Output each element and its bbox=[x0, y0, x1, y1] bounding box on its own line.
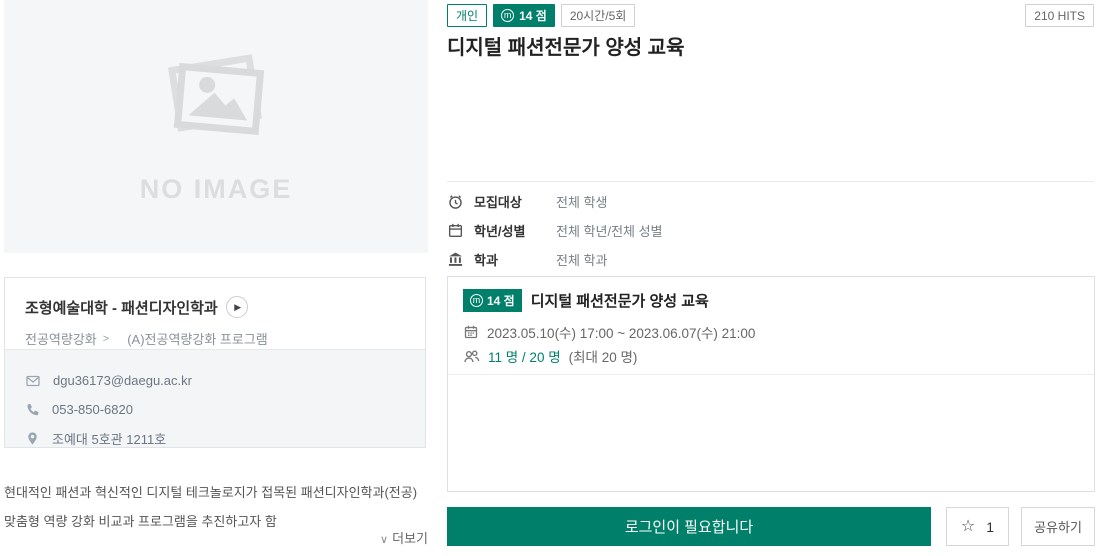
favorite-count: 1 bbox=[986, 519, 994, 535]
mail-icon bbox=[25, 373, 41, 389]
category-label: 전공역량강화 bbox=[25, 329, 97, 348]
people-icon bbox=[463, 348, 480, 365]
info-row-department: 학과 전체 학과 bbox=[447, 245, 663, 274]
mileage-icon: m bbox=[501, 9, 514, 22]
course-card-body bbox=[448, 374, 1094, 491]
favorite-button[interactable]: ☆ 1 bbox=[946, 507, 1009, 546]
info-value: 전체 학생 bbox=[556, 192, 607, 211]
star-icon: ☆ bbox=[961, 519, 975, 535]
more-button[interactable]: ∨더보기 bbox=[4, 528, 428, 547]
divider bbox=[447, 181, 1094, 182]
phone-icon bbox=[25, 402, 40, 417]
info-value: 전체 학년/전체 성별 bbox=[556, 221, 663, 240]
page-title: 디지털 패션전문가 양성 교육 bbox=[447, 31, 684, 60]
contact-location-row: 조예대 5호관 1211호 bbox=[25, 424, 405, 453]
info-value: 전체 학과 bbox=[556, 250, 607, 269]
mileage-icon: m bbox=[470, 294, 483, 307]
contact-section: dgu36173@daegu.ac.kr 053-850-6820 조예대 5호… bbox=[5, 349, 425, 447]
info-label: 모집대상 bbox=[474, 192, 556, 211]
hits-badge: 210 HITS bbox=[1025, 4, 1094, 27]
no-image-label: NO IMAGE bbox=[140, 174, 293, 205]
info-row-grade-gender: 학년/성별 전체 학년/전체 성별 bbox=[447, 216, 663, 245]
program-detail-page: NO IMAGE 조형예술대학 - 패션디자인학과 ▶ 전공역량강화 > (A)… bbox=[0, 0, 1097, 556]
info-row-target: 모집대상 전체 학생 bbox=[447, 187, 663, 216]
calendar-icon bbox=[463, 324, 479, 340]
course-title: 디지털 패션전문가 양성 교육 bbox=[531, 290, 709, 311]
info-label: 학과 bbox=[474, 250, 556, 269]
program-type-label: (A)전공역량강화 프로그램 bbox=[127, 329, 268, 348]
no-image-placeholder: NO IMAGE bbox=[4, 0, 428, 253]
department-title: 조형예술대학 - 패션디자인학과 bbox=[25, 297, 218, 318]
calendar-icon bbox=[447, 222, 464, 239]
email-value: dgu36173@daegu.ac.kr bbox=[53, 373, 192, 388]
max-capacity: (최대 20 명) bbox=[569, 346, 638, 366]
hours-badge: 20시간/5회 bbox=[561, 4, 635, 27]
photo-icon bbox=[156, 48, 276, 148]
course-capacity-row: 11 명 / 20 명 (최대 20 명) bbox=[463, 344, 1079, 368]
location-pin-icon bbox=[25, 431, 40, 446]
department-card: 조형예술대학 - 패션디자인학과 ▶ 전공역량강화 > (A)전공역량강화 프로… bbox=[4, 277, 426, 448]
chevron-down-icon: ∨ bbox=[380, 534, 388, 546]
info-label: 학년/성별 bbox=[474, 221, 556, 240]
course-date-row: 2023.05.10(수) 17:00 ~ 2023.06.07(수) 21:0… bbox=[463, 320, 1079, 344]
points-badge: m 14 점 bbox=[493, 4, 555, 27]
bank-icon bbox=[447, 251, 464, 268]
course-date: 2023.05.10(수) 17:00 ~ 2023.06.07(수) 21:0… bbox=[487, 322, 755, 342]
course-points-badge: m 14 점 bbox=[463, 289, 522, 312]
contact-phone-row: 053-850-6820 bbox=[25, 395, 405, 424]
contact-email-row: dgu36173@daegu.ac.kr bbox=[25, 366, 405, 395]
course-session-card: m 14 점 디지털 패션전문가 양성 교육 2023.05.10(수) 17:… bbox=[447, 276, 1095, 492]
phone-value: 053-850-6820 bbox=[52, 402, 133, 417]
program-info-list: 모집대상 전체 학생 학년/성별 전체 학년/전체 성별 학과 전체 학과 bbox=[447, 187, 663, 274]
personal-badge: 개인 bbox=[447, 4, 487, 27]
enrolled-count: 11 명 / 20 명 bbox=[488, 346, 561, 366]
chevron-right-icon: > bbox=[103, 333, 109, 345]
alarm-clock-icon bbox=[447, 193, 464, 210]
location-value: 조예대 5호관 1211호 bbox=[52, 429, 166, 448]
login-required-button[interactable]: 로그인이 필요합니다 bbox=[447, 507, 931, 546]
badge-row: 개인 m 14 점 20시간/5회 bbox=[447, 4, 635, 27]
share-button[interactable]: 공유하기 bbox=[1021, 507, 1095, 546]
play-button[interactable]: ▶ bbox=[226, 296, 248, 318]
